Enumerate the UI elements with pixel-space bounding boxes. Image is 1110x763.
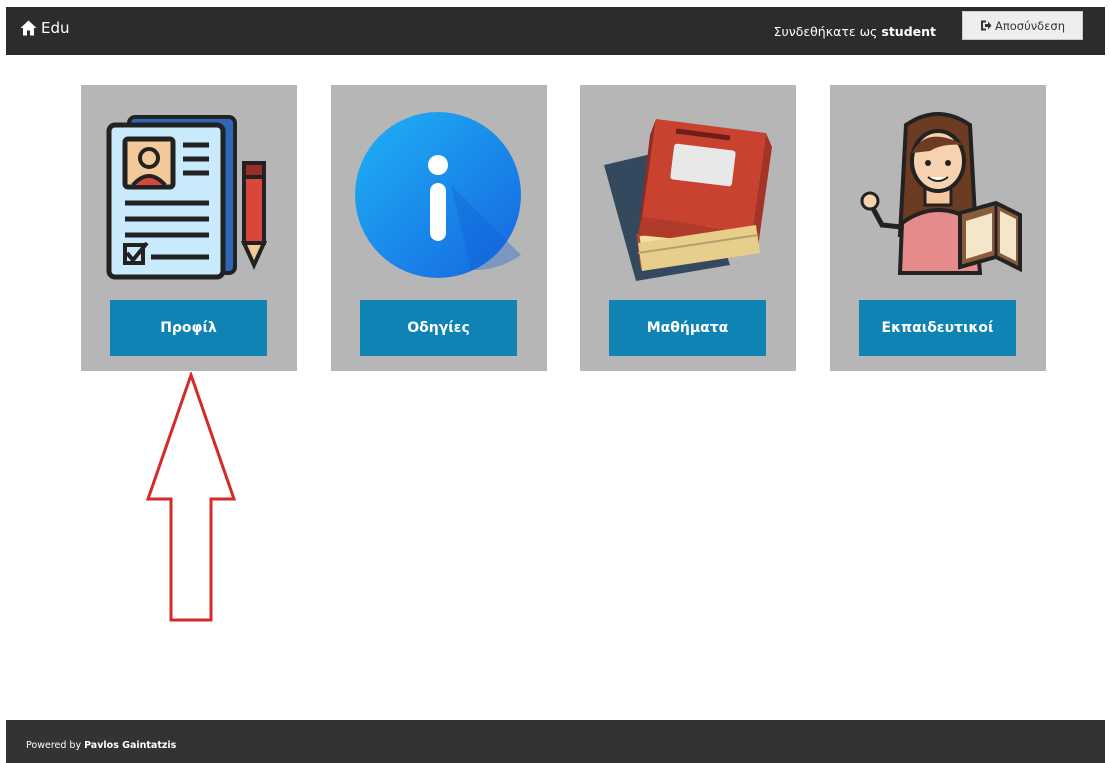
instructions-button-label: Οδηγίες: [407, 320, 470, 336]
profile-button-label: Προφίλ: [160, 320, 217, 336]
brand-link[interactable]: Edu: [20, 19, 70, 37]
powered-by: Powered by Pavlos Gaintatzis: [26, 740, 176, 751]
brand-label: Edu: [41, 19, 70, 37]
card-profile[interactable]: Προφίλ: [81, 85, 297, 371]
logout-label: Αποσύνδεση: [994, 18, 1066, 33]
instructions-button[interactable]: Οδηγίες: [360, 300, 517, 356]
card-teachers[interactable]: Εκπαιδευτικοί: [830, 85, 1046, 371]
author-name: Pavlos Gaintatzis: [84, 740, 177, 751]
profile-button[interactable]: Προφίλ: [110, 300, 267, 356]
username: student: [881, 24, 936, 39]
top-navbar: Edu Συνδεθήκατε ως student Αποσύνδεση: [6, 7, 1105, 55]
footer: Powered by Pavlos Gaintatzis: [6, 720, 1105, 763]
logged-in-status: Συνδεθήκατε ως student: [774, 24, 936, 39]
logout-button[interactable]: Αποσύνδεση: [962, 11, 1083, 40]
courses-button-label: Μαθήματα: [646, 320, 729, 336]
info-icon: [355, 112, 521, 278]
red-arrow-up-icon: [145, 372, 237, 622]
home-icon: [20, 20, 37, 36]
profile-document-icon: [106, 115, 268, 280]
teachers-button-label: Εκπαιδευτικοί: [881, 320, 994, 336]
books-icon: [604, 119, 772, 281]
teachers-button[interactable]: Εκπαιδευτικοί: [859, 300, 1016, 356]
sign-out-icon: [980, 20, 992, 31]
logged-in-prefix: Συνδεθήκατε ως: [773, 24, 878, 39]
courses-button[interactable]: Μαθήματα: [609, 300, 766, 356]
card-courses[interactable]: Μαθήματα: [580, 85, 796, 371]
card-instructions[interactable]: Οδηγίες: [331, 85, 547, 371]
powered-prefix: Powered by: [26, 740, 82, 751]
teacher-icon: [860, 112, 1022, 275]
